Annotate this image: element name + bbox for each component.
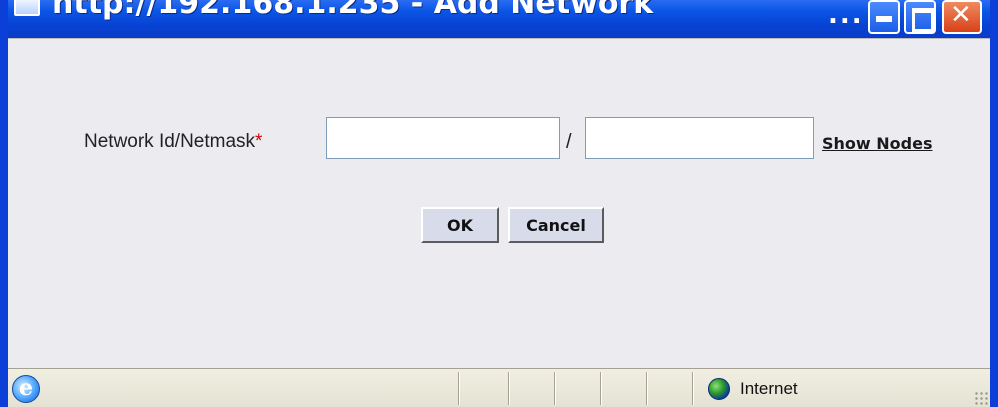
status-divider bbox=[458, 372, 460, 405]
close-icon[interactable] bbox=[942, 0, 982, 34]
network-id-input[interactable] bbox=[326, 117, 560, 159]
status-divider bbox=[508, 372, 510, 405]
title-ellipsis: ... bbox=[828, 0, 864, 30]
status-divider bbox=[554, 372, 556, 405]
ie-page-icon bbox=[12, 375, 40, 403]
network-form: Network Id/Netmask* / Show Nodes OK Canc… bbox=[8, 39, 990, 368]
maximize-icon[interactable] bbox=[904, 0, 936, 34]
netmask-separator: / bbox=[566, 131, 572, 153]
window-icon bbox=[14, 0, 40, 16]
window-title: http://192.168.1.235 - Add Network bbox=[52, 0, 654, 21]
cancel-button[interactable]: Cancel bbox=[508, 207, 604, 243]
security-zone[interactable]: Internet bbox=[708, 377, 968, 401]
show-nodes-link[interactable]: Show Nodes bbox=[822, 134, 932, 153]
zone-label: Internet bbox=[740, 379, 798, 398]
status-divider bbox=[646, 372, 648, 405]
network-id-label: Network Id/Netmask* bbox=[84, 131, 263, 152]
status-divider bbox=[692, 372, 694, 405]
ok-button[interactable]: OK bbox=[421, 207, 499, 243]
resize-grip-icon[interactable] bbox=[974, 391, 988, 405]
status-bar: Internet bbox=[8, 368, 990, 407]
dialog-content: Network Id/Netmask* / Show Nodes OK Canc… bbox=[8, 38, 990, 368]
required-mark: * bbox=[255, 131, 263, 152]
netmask-input[interactable] bbox=[585, 117, 814, 159]
minimize-icon[interactable] bbox=[868, 0, 900, 34]
internet-globe-icon bbox=[708, 378, 730, 400]
title-bar[interactable]: http://192.168.1.235 - Add Network ... bbox=[8, 0, 990, 38]
dialog-window: http://192.168.1.235 - Add Network ... N… bbox=[0, 0, 998, 407]
status-divider bbox=[600, 372, 602, 405]
